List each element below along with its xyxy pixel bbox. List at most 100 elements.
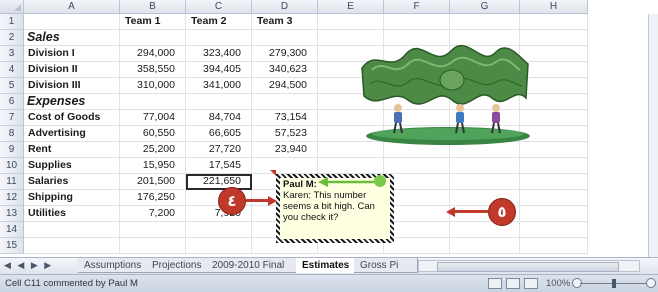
column-header-d[interactable]: D [252, 0, 318, 14]
cell-b8[interactable]: 60,550 [120, 126, 186, 142]
cell-b9[interactable]: 25,200 [120, 142, 186, 158]
column-header-b[interactable]: B [120, 0, 186, 14]
row-header[interactable]: 15 [0, 238, 24, 254]
tab-gross-pi[interactable]: Gross Pi [354, 258, 418, 273]
cell-a10[interactable]: Supplies [24, 158, 120, 174]
cell-a13[interactable]: Utilities [24, 206, 120, 222]
cell-a6[interactable]: Expenses [24, 94, 120, 110]
cell-c3[interactable]: 323,400 [186, 46, 252, 62]
cell-b5[interactable]: 310,000 [120, 78, 186, 94]
horizontal-scrollbar[interactable] [418, 260, 640, 272]
cell-g10[interactable] [450, 158, 520, 174]
cell-c10[interactable]: 17,545 [186, 158, 252, 174]
page-layout-view-icon[interactable] [506, 278, 520, 289]
row-header[interactable]: 6 [0, 94, 24, 110]
column-header-f[interactable]: F [384, 0, 450, 14]
cell-h1[interactable] [520, 14, 588, 30]
row-header[interactable]: 14 [0, 222, 24, 238]
cell-g14[interactable] [450, 222, 520, 238]
cell-e1[interactable] [318, 14, 384, 30]
row-header[interactable]: 10 [0, 158, 24, 174]
zoom-slider-knob[interactable] [612, 279, 616, 288]
cell-d2[interactable] [252, 30, 318, 46]
cell-c9[interactable]: 27,720 [186, 142, 252, 158]
row-header[interactable]: 7 [0, 110, 24, 126]
row-header[interactable]: 12 [0, 190, 24, 206]
column-header-c[interactable]: C [186, 0, 252, 14]
cell-a12[interactable]: Shipping [24, 190, 120, 206]
select-all-corner[interactable] [0, 0, 24, 14]
normal-view-icon[interactable] [488, 278, 502, 289]
cell-a11[interactable]: Salaries [24, 174, 120, 190]
cell-c5[interactable]: 341,000 [186, 78, 252, 94]
cell-c6[interactable] [186, 94, 252, 110]
cell-h11[interactable] [520, 174, 588, 190]
zoom-level[interactable]: 100% [546, 278, 570, 289]
cell-d9[interactable]: 23,940 [252, 142, 318, 158]
cell-g11[interactable] [450, 174, 520, 190]
cell-a8[interactable]: Advertising [24, 126, 120, 142]
cell-d4[interactable]: 340,623 [252, 62, 318, 78]
cell-b15[interactable] [120, 238, 186, 254]
cell-a3[interactable]: Division I [24, 46, 120, 62]
cell-h10[interactable] [520, 158, 588, 174]
cell-g1[interactable] [450, 14, 520, 30]
cell-b10[interactable]: 15,950 [120, 158, 186, 174]
cell-a15[interactable] [24, 238, 120, 254]
cell-g15[interactable] [450, 238, 520, 254]
row-header[interactable]: 4 [0, 62, 24, 78]
cell-c11[interactable]: 221,650 [186, 174, 252, 190]
cell-b3[interactable]: 294,000 [120, 46, 186, 62]
vertical-scrollbar[interactable] [648, 14, 658, 257]
tab-assumptions[interactable]: Assumptions [78, 258, 148, 273]
horizontal-scroll-thumb[interactable] [437, 262, 619, 272]
cell-b1[interactable]: Team 1 [120, 14, 186, 30]
cell-f1[interactable] [384, 14, 450, 30]
column-header-a[interactable]: A [24, 0, 120, 14]
column-header-h[interactable]: H [520, 0, 588, 14]
cell-h14[interactable] [520, 222, 588, 238]
cell-a5[interactable]: Division III [24, 78, 120, 94]
cell-c15[interactable] [186, 238, 252, 254]
cell-a7[interactable]: Cost of Goods [24, 110, 120, 126]
tab-estimates[interactable]: Estimates [296, 258, 356, 273]
row-header[interactable]: 1 [0, 14, 24, 30]
row-header[interactable]: 9 [0, 142, 24, 158]
cell-b6[interactable] [120, 94, 186, 110]
zoom-in-icon[interactable] [646, 278, 656, 288]
cell-b11[interactable]: 201,500 [120, 174, 186, 190]
cell-e10[interactable] [318, 158, 384, 174]
cell-c2[interactable] [186, 30, 252, 46]
tab-projections[interactable]: Projections [146, 258, 208, 273]
cell-c14[interactable] [186, 222, 252, 238]
row-header[interactable]: 5 [0, 78, 24, 94]
cell-c1[interactable]: Team 2 [186, 14, 252, 30]
cell-f10[interactable] [384, 158, 450, 174]
cell-c8[interactable]: 66,605 [186, 126, 252, 142]
cell-h13[interactable] [520, 206, 588, 222]
cell-a14[interactable] [24, 222, 120, 238]
cell-b4[interactable]: 358,550 [120, 62, 186, 78]
cell-d3[interactable]: 279,300 [252, 46, 318, 62]
row-header[interactable]: 11 [0, 174, 24, 190]
cell-b14[interactable] [120, 222, 186, 238]
cell-d5[interactable]: 294,500 [252, 78, 318, 94]
row-header[interactable]: 2 [0, 30, 24, 46]
tab-2009-2010-final[interactable]: 2009-2010 Final [206, 258, 298, 273]
cell-b13[interactable]: 7,200 [120, 206, 186, 222]
cell-d1[interactable]: Team 3 [252, 14, 318, 30]
row-header[interactable]: 13 [0, 206, 24, 222]
cell-a1[interactable] [24, 14, 120, 30]
cell-a2[interactable]: Sales [24, 30, 120, 46]
cell-h12[interactable] [520, 190, 588, 206]
cell-d8[interactable]: 57,523 [252, 126, 318, 142]
row-header[interactable]: 8 [0, 126, 24, 142]
cell-h15[interactable] [520, 238, 588, 254]
cell-b12[interactable]: 176,250 [120, 190, 186, 206]
cell-b2[interactable] [120, 30, 186, 46]
column-header-g[interactable]: G [450, 0, 520, 14]
worksheet-grid[interactable]: ABCDEFGH 1 Team 1 Team 2 Team 3 2 Sales 3 Divis… [0, 0, 658, 257]
comment-text[interactable]: Karen: This number seems a bit high. Can… [283, 190, 387, 223]
cell-b7[interactable]: 77,004 [120, 110, 186, 126]
cell-d7[interactable]: 73,154 [252, 110, 318, 126]
